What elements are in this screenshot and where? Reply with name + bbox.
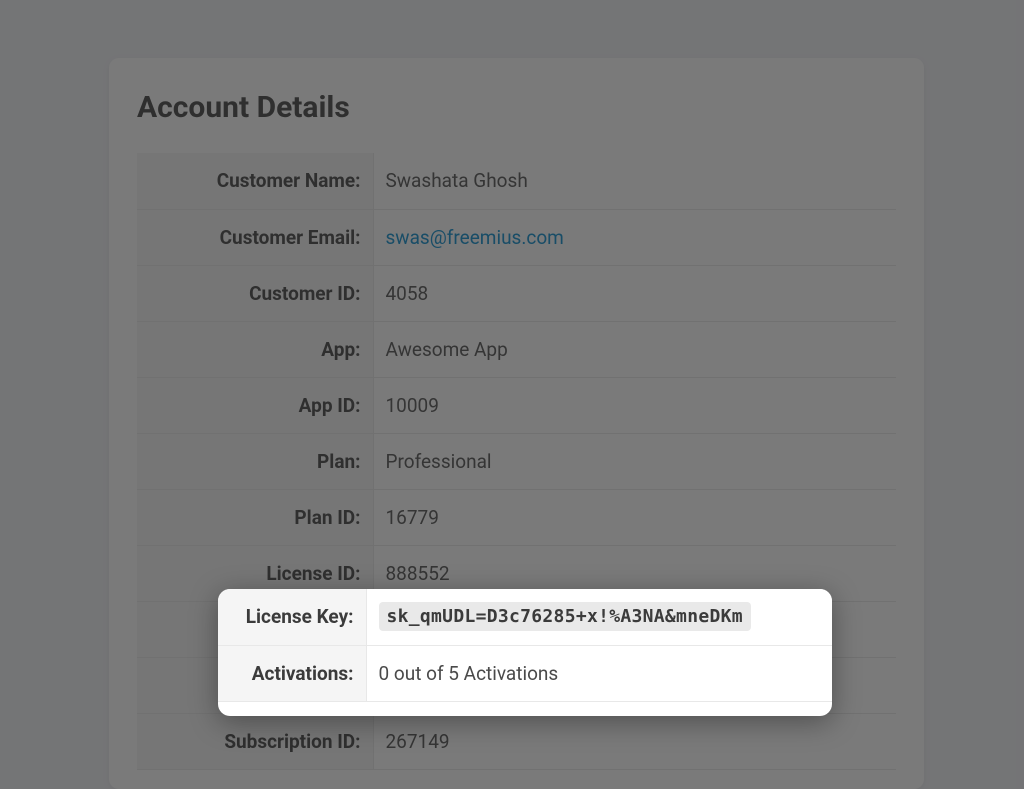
row-label: Customer Email: — [137, 209, 373, 265]
table-row: Plan ID:16779 — [137, 489, 896, 545]
table-row: Customer Name:Swashata Ghosh — [137, 153, 896, 209]
row-value: 4058 — [373, 265, 896, 321]
row-value: 10009 — [373, 377, 896, 433]
row-value: Awesome App — [373, 321, 896, 377]
row-label: Activations: — [218, 645, 366, 701]
table-row: Activations:0 out of 5 Activations — [218, 645, 832, 701]
row-label: App: — [137, 321, 373, 377]
table-row: App ID:10009 — [137, 377, 896, 433]
row-label: License Key: — [218, 589, 366, 645]
table-row: Customer ID:4058 — [137, 265, 896, 321]
row-value: Professional — [373, 433, 896, 489]
row-label: App ID: — [137, 377, 373, 433]
email-link[interactable]: swas@freemius.com — [386, 226, 564, 249]
card-title: Account Details — [137, 90, 896, 125]
row-value: sk_qmUDL=D3c76285+x!%A3NA&mneDKm — [366, 589, 832, 645]
row-label: Customer Name: — [137, 153, 373, 209]
row-value: 267149 — [373, 713, 896, 769]
table-row: License Key: sk_qmUDL=D3c76285+x!%A3NA&mn… — [218, 589, 832, 645]
spotlight-highlight: License Key: sk_qmUDL=D3c76285+x!%A3NA&mn… — [218, 589, 832, 716]
license-key-pill[interactable]: sk_qmUDL=D3c76285+x!%A3NA&mneDKm — [379, 602, 751, 631]
table-row: Subscription ID:267149 — [137, 713, 896, 769]
row-value: Swashata Ghosh — [373, 153, 896, 209]
row-label: Customer ID: — [137, 265, 373, 321]
row-label: Plan: — [137, 433, 373, 489]
table-row: Customer Email: swas@freemius.com — [137, 209, 896, 265]
row-value: 16779 — [373, 489, 896, 545]
row-label: Subscription ID: — [137, 713, 373, 769]
row-value[interactable]: swas@freemius.com — [373, 209, 896, 265]
row-label: Plan ID: — [137, 489, 373, 545]
row-value: 0 out of 5 Activations — [366, 645, 832, 701]
table-row: Plan:Professional — [137, 433, 896, 489]
table-row: App:Awesome App — [137, 321, 896, 377]
